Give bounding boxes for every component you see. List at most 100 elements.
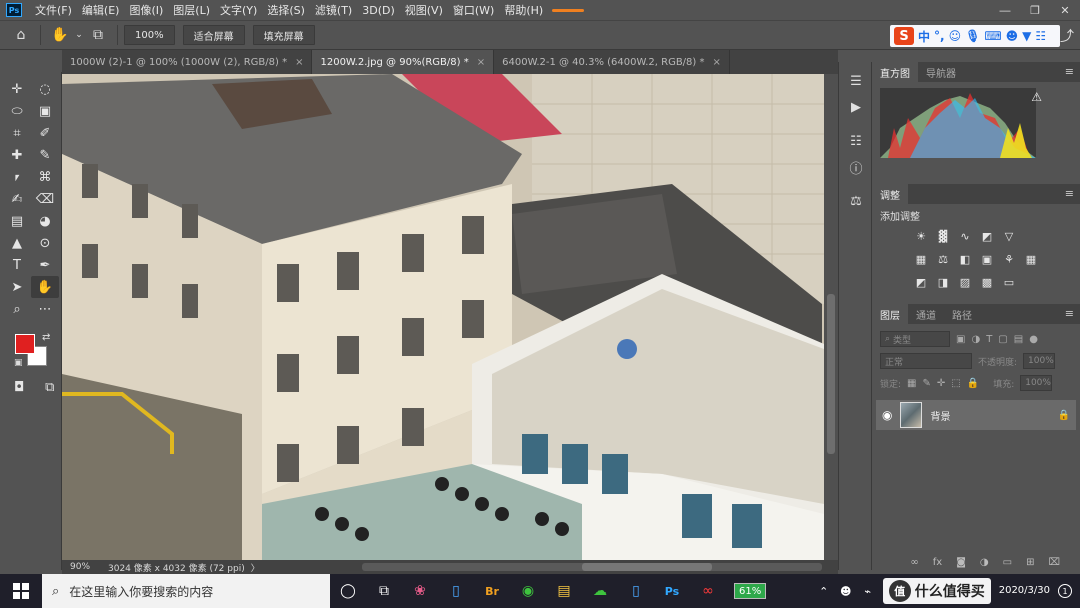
layer-filter-select[interactable]: ⌕ 类型	[880, 331, 950, 347]
app-browser-icon[interactable]: ◉	[510, 574, 546, 608]
posterize-icon[interactable]: ◨	[934, 273, 952, 291]
tab-layers[interactable]: 图层	[872, 304, 908, 324]
crop-tool-icon[interactable]: ⌗	[3, 122, 31, 144]
libraries-icon[interactable]: ☷	[839, 128, 873, 154]
chevron-down-icon[interactable]: ⌄	[73, 24, 85, 46]
emoji-icon[interactable]: ☺	[949, 29, 962, 43]
link-layers-icon[interactable]: ∞	[910, 557, 918, 568]
history-panel-icon[interactable]: ☰	[839, 68, 873, 94]
warning-icon[interactable]: ⚠	[1031, 90, 1042, 104]
lock-artboard-icon[interactable]: ⬚	[951, 378, 960, 389]
swap-colors-icon[interactable]: ⇄	[42, 332, 50, 343]
user-icon[interactable]: ☻	[1006, 29, 1019, 43]
taskbar-search-input[interactable]: ⌕ 在这里输入你要搜索的内容	[42, 574, 330, 608]
new-layer-icon[interactable]: ⊞	[1026, 557, 1034, 568]
menu-help[interactable]: 帮助(H)	[499, 2, 548, 18]
sogou-logo-icon[interactable]: S	[894, 27, 914, 45]
filter-type-icon[interactable]: T	[986, 334, 992, 345]
microphone-icon[interactable]: 🎙	[965, 29, 980, 43]
filter-smart-object-icon[interactable]: ▤	[1014, 334, 1023, 345]
default-colors-icon[interactable]: ▣	[14, 358, 23, 368]
dodge-tool-icon[interactable]: ⊙	[31, 232, 59, 254]
menu-layer[interactable]: 图层(L)	[168, 2, 215, 18]
color-lookup-icon[interactable]: ▦	[1022, 250, 1040, 268]
threshold-icon[interactable]: ▨	[956, 273, 974, 291]
panel-menu-icon[interactable]: ≡	[1065, 187, 1074, 200]
menu-file[interactable]: 文件(F)	[30, 2, 77, 18]
file-explorer-icon[interactable]: ▤	[546, 574, 582, 608]
black-white-icon[interactable]: ◧	[956, 250, 974, 268]
filter-adjustment-icon[interactable]: ◑	[971, 334, 980, 345]
more-tools-icon[interactable]: ⋯	[31, 298, 59, 320]
menu-3d[interactable]: 3D(D)	[357, 4, 400, 17]
panel-menu-icon[interactable]: ≡	[1065, 65, 1074, 78]
app-tablet-icon[interactable]: ▯	[438, 574, 474, 608]
hue-saturation-icon[interactable]: ▦	[912, 250, 930, 268]
horizontal-scroll-thumb[interactable]	[582, 563, 712, 571]
object-selection-icon[interactable]: ▣	[31, 100, 59, 122]
minimize-button[interactable]: ―	[990, 0, 1020, 20]
ime-punctuation-toggle[interactable]: °,	[934, 29, 945, 43]
move-tool-icon[interactable]: ✛	[3, 78, 31, 100]
vertical-scrollbar[interactable]	[824, 74, 838, 560]
zoom-tool-icon[interactable]: ⌕	[3, 298, 31, 320]
cortana-icon[interactable]: ◯	[330, 574, 366, 608]
chevron-up-icon[interactable]: ⌃	[817, 574, 831, 608]
app-bridge-icon[interactable]: Br	[474, 574, 510, 608]
gradient-tool-icon[interactable]: ▤	[3, 210, 31, 232]
start-button[interactable]	[0, 574, 42, 608]
new-adjustment-icon[interactable]: ◑	[980, 557, 989, 568]
foreground-color-swatch[interactable]	[15, 334, 35, 354]
stamp-tool-icon[interactable]: ⎖	[3, 166, 31, 188]
menu-type[interactable]: 文字(Y)	[215, 2, 262, 18]
ime-language-toggle[interactable]: 中	[918, 28, 930, 45]
clock[interactable]: 2020/3/30	[999, 585, 1050, 597]
menu-view[interactable]: 视图(V)	[400, 2, 448, 18]
keyboard-icon[interactable]: ⌨	[984, 29, 1001, 43]
wechat-icon[interactable]: ☁	[582, 574, 618, 608]
color-balance-icon[interactable]: ⚖	[934, 250, 952, 268]
close-icon[interactable]: ×	[477, 57, 485, 68]
filter-pixel-icon[interactable]: ▣	[956, 334, 965, 345]
quick-mask-icon[interactable]: ◘	[8, 376, 31, 398]
opacity-input[interactable]: 100%	[1023, 353, 1056, 369]
levels-icon[interactable]: ▓	[934, 227, 952, 245]
qq-icon[interactable]: ☻	[839, 574, 853, 608]
lasso-tool-icon[interactable]: ⬭	[3, 100, 31, 122]
type-tool-icon[interactable]: T	[3, 254, 31, 276]
fit-screen-button[interactable]: 适合屏幕	[182, 25, 245, 45]
blend-mode-select[interactable]: 正常	[880, 353, 972, 369]
add-mask-icon[interactable]: ◙	[956, 557, 966, 568]
pen-tool-icon[interactable]: ✒	[31, 254, 59, 276]
zoom-level-field[interactable]: 90%	[62, 562, 100, 572]
filter-toggle-icon[interactable]: ●	[1029, 334, 1038, 345]
menu-select[interactable]: 选择(S)	[262, 2, 310, 18]
menu-image[interactable]: 图像(I)	[124, 2, 168, 18]
status-expand-icon[interactable]: 〉	[251, 561, 260, 574]
tab-paths[interactable]: 路径	[944, 304, 980, 324]
actions-play-icon[interactable]: ▶	[839, 94, 873, 120]
blur-tool-icon[interactable]: ◕	[31, 210, 59, 232]
lock-position-icon[interactable]: ✛	[937, 378, 945, 389]
zoom-100-button[interactable]: 100%	[124, 25, 175, 45]
tab-navigator[interactable]: 导航器	[918, 62, 964, 82]
app-photoshop-icon[interactable]: Ps	[654, 574, 690, 608]
close-icon[interactable]: ×	[713, 57, 721, 68]
lock-transparent-icon[interactable]: ▦	[907, 378, 916, 389]
task-view-icon[interactable]: ⧉	[366, 574, 402, 608]
gradient-map-icon[interactable]: ▭	[1000, 273, 1018, 291]
fill-screen-button[interactable]: 填充屏幕	[252, 25, 315, 45]
lock-all-icon[interactable]: 🔒	[967, 378, 979, 389]
invert-icon[interactable]: ◩	[912, 273, 930, 291]
eye-icon[interactable]: ◉	[882, 408, 892, 422]
document-tab[interactable]: 6400W.2-1 @ 40.3% (6400W.2, RGB/8) * ×	[494, 50, 730, 74]
hand-tool-icon[interactable]: ✋	[47, 24, 73, 46]
delete-layer-icon[interactable]: ⌧	[1048, 557, 1060, 568]
brush-tool-icon[interactable]: ✎	[31, 144, 59, 166]
healing-brush-icon[interactable]: ✚	[3, 144, 31, 166]
lock-image-icon[interactable]: ✎	[923, 378, 931, 389]
skin-icon[interactable]: ▼	[1022, 29, 1031, 43]
filter-shape-icon[interactable]: ▢	[998, 334, 1007, 345]
sharpen-tool-icon[interactable]: ▲	[3, 232, 31, 254]
exposure-icon[interactable]: ◩	[978, 227, 996, 245]
